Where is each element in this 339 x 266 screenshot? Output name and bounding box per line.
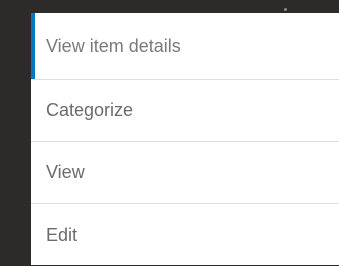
menu-item-categorize[interactable]: Categorize — [31, 80, 339, 142]
menu-item-label: Edit — [46, 224, 78, 245]
menu-item-edit[interactable]: Edit — [31, 204, 339, 266]
context-menu: View item details Categorize View Edit — [31, 13, 339, 265]
menu-item-label: View item details — [46, 35, 181, 56]
menu-item-label: View — [46, 162, 85, 182]
background-dot — [284, 8, 287, 11]
menu-item-label: Categorize — [46, 100, 134, 120]
menu-item-view-item-details[interactable]: View item details — [31, 13, 339, 80]
menu-item-view[interactable]: View — [31, 142, 339, 204]
